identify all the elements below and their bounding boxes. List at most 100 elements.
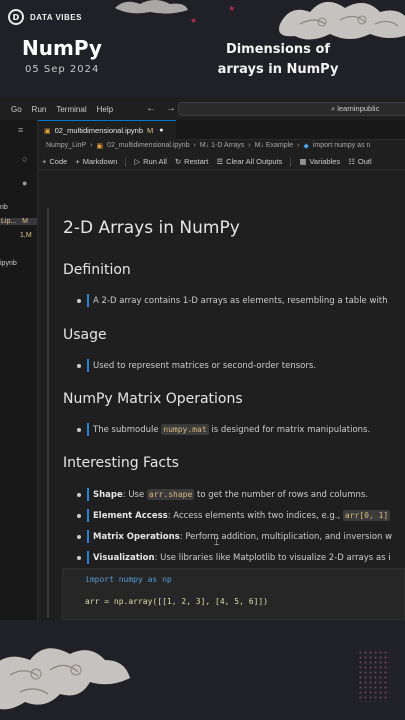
menu-item-terminal[interactable]: Terminal xyxy=(51,105,91,114)
add-markdown-label: Markdown xyxy=(82,157,118,166)
breadcrumb-item[interactable]: M↓ 1-D Arrays xyxy=(200,142,244,154)
notebook-file-icon: ▣ xyxy=(96,143,104,150)
list-item: Matrix Operations : Perform addition, mu… xyxy=(63,530,392,543)
explorer-list-icon[interactable]: ≡ xyxy=(18,125,23,135)
list-marker xyxy=(87,530,89,543)
list-text: The submodule xyxy=(93,424,162,435)
add-code-label: Code xyxy=(49,157,68,166)
list-item: Element Access : Access elements with tw… xyxy=(63,509,391,522)
outline-button[interactable]: ☷ Outl xyxy=(348,157,372,166)
list-text: : Use xyxy=(122,489,147,500)
list-text: Used to represent matrices or second-ord… xyxy=(93,360,316,371)
bullet-icon xyxy=(77,298,81,303)
list-item: Visualization : Use libraries like Matpl… xyxy=(63,551,391,564)
sidebar-file-label: ipynb xyxy=(0,260,17,267)
cell-gutter xyxy=(47,208,49,618)
breadcrumb-separator-icon: › xyxy=(248,142,251,149)
tab-bar: ▣ 02_multidimensional.ipynb M ● xyxy=(38,120,405,140)
star-decoration: ★ xyxy=(190,16,198,25)
menu-item-go[interactable]: Go xyxy=(0,105,27,114)
bullet-icon xyxy=(77,427,81,432)
command-center-search[interactable]: ⌕ learninpublic xyxy=(178,102,405,116)
subtitle-line-2: arrays in NumPy xyxy=(217,62,339,77)
clear-icon: ☰ xyxy=(216,157,224,166)
notebook-toolbar: + Code + Markdown ▷ Run All ↻ Restart ☰ Clear… xyxy=(38,154,405,170)
brand-name: DATA VIBES xyxy=(30,12,82,22)
menu-bar: Go Run Terminal Help ← → ⌕ learninpublic xyxy=(0,98,405,120)
nav-arrows: ← → xyxy=(146,103,176,114)
cloud-decoration-top-right xyxy=(279,2,405,40)
breadcrumb: Numpy_LinP › ▣ 02_multidimensional.ipynb ›… xyxy=(46,142,370,154)
outline-label: Outl xyxy=(357,157,372,166)
list-item: A 2-D array contains 1-D arrays as eleme… xyxy=(63,294,388,307)
breadcrumb-separator-icon: › xyxy=(297,142,300,149)
list-text: : Perform addition, multiplication, and … xyxy=(179,531,393,542)
breadcrumb-item[interactable]: import numpy as n xyxy=(313,142,371,154)
list-marker xyxy=(87,488,89,501)
restart-button[interactable]: ↻ Restart xyxy=(175,157,208,166)
plus-icon: + xyxy=(75,157,80,166)
modified-badge: M xyxy=(22,218,28,225)
toolbar-divider xyxy=(125,156,127,167)
heading-usage: Usage xyxy=(63,327,107,343)
fact-title: Element Access xyxy=(93,510,168,521)
page-subtitle: Dimensions of arrays in NumPy xyxy=(200,40,356,80)
breadcrumb-item[interactable]: 02_multidimensional.ipynb xyxy=(107,142,190,154)
list-marker xyxy=(87,551,89,564)
list-text: is designed for matrix manipulations. xyxy=(208,424,371,435)
bullet-icon xyxy=(77,534,81,539)
clear-outputs-button[interactable]: ☰ Clear All Outputs xyxy=(216,157,282,166)
breadcrumb-item[interactable]: Numpy_LinP xyxy=(46,142,86,154)
heading-matrix-operations: NumPy Matrix Operations xyxy=(63,391,243,407)
tab-modified-badge: M xyxy=(147,126,154,135)
add-markdown-button[interactable]: + Markdown xyxy=(75,157,117,166)
fact-title: Visualization xyxy=(93,552,155,563)
cloud-decoration-bottom-left xyxy=(0,648,130,710)
menu-item-run[interactable]: Run xyxy=(27,105,52,114)
sidebar-file-2[interactable]: Lip... M xyxy=(0,218,37,225)
play-icon: ▷ xyxy=(134,157,141,166)
list-marker xyxy=(87,509,89,522)
code-line: import numpy as np xyxy=(85,575,172,584)
variables-icon: ▦ xyxy=(299,157,307,166)
unsaved-dot-icon[interactable]: ● xyxy=(159,127,163,134)
breadcrumb-item[interactable]: M↓ Example xyxy=(255,142,294,154)
run-all-label: Run All xyxy=(143,157,167,166)
notebook-content: 2-D Arrays in NumPy Definition A 2-D arr… xyxy=(38,172,405,620)
search-text: learninpublic xyxy=(337,104,380,113)
add-code-button[interactable]: + Code xyxy=(42,157,67,166)
list-item: The submodule numpy.mat is designed for … xyxy=(63,423,370,436)
sidebar-file-1[interactable]: nb xyxy=(0,204,8,211)
explorer-sidebar: ≡ ○ ● nb Lip... M 1,M ipynb xyxy=(0,120,38,620)
header-banner: ★ ★ D DATA VIBES NumPy 05 Sep 2024 Dimen… xyxy=(0,0,405,98)
dot-pattern-decoration xyxy=(358,650,390,702)
restart-icon: ↻ xyxy=(174,157,182,166)
tab-notebook[interactable]: ▣ 02_multidimensional.ipynb M ● xyxy=(38,120,176,140)
bullet-icon xyxy=(77,363,81,368)
clear-outputs-label: Clear All Outputs xyxy=(226,157,283,166)
list-text: A 2-D array contains 1-D arrays as eleme… xyxy=(93,295,388,306)
code-line: arr = np.array([[1, 2, 3], [4, 5, 6]]) xyxy=(85,597,268,606)
page-title: NumPy xyxy=(22,36,102,60)
sidebar-file-3[interactable]: 1,M xyxy=(20,232,32,239)
code-text: arr = np.array([[1, 2, 3], [4, 5, 6]]) xyxy=(85,597,269,606)
footer-banner xyxy=(0,620,405,720)
explorer-circle-icon[interactable]: ○ xyxy=(22,154,27,164)
list-marker xyxy=(87,359,89,372)
code-cell[interactable]: import numpy as np arr = np.array([[1, 2… xyxy=(62,568,405,620)
tab-label: 02_multidimensional.ipynb xyxy=(54,126,144,135)
heading-interesting-facts: Interesting Facts xyxy=(63,455,179,471)
variables-button[interactable]: ▦ Variables xyxy=(299,157,340,166)
sidebar-file-4[interactable]: ipynb xyxy=(0,260,17,267)
fact-title: Shape xyxy=(93,489,123,500)
forward-arrow-icon[interactable]: → xyxy=(166,103,176,114)
list-text: : Use libraries like Matplotlib to visua… xyxy=(154,552,391,563)
run-all-button[interactable]: ▷ Run All xyxy=(134,157,167,166)
explorer-dot-icon[interactable]: ● xyxy=(22,178,27,188)
back-arrow-icon[interactable]: ← xyxy=(146,103,156,114)
bullet-icon xyxy=(77,492,81,497)
inline-code: numpy.mat xyxy=(161,424,209,435)
heading-definition: Definition xyxy=(63,262,131,278)
editor-area: ▣ 02_multidimensional.ipynb M ● Numpy_Li… xyxy=(38,120,405,620)
menu-item-help[interactable]: Help xyxy=(92,105,118,114)
